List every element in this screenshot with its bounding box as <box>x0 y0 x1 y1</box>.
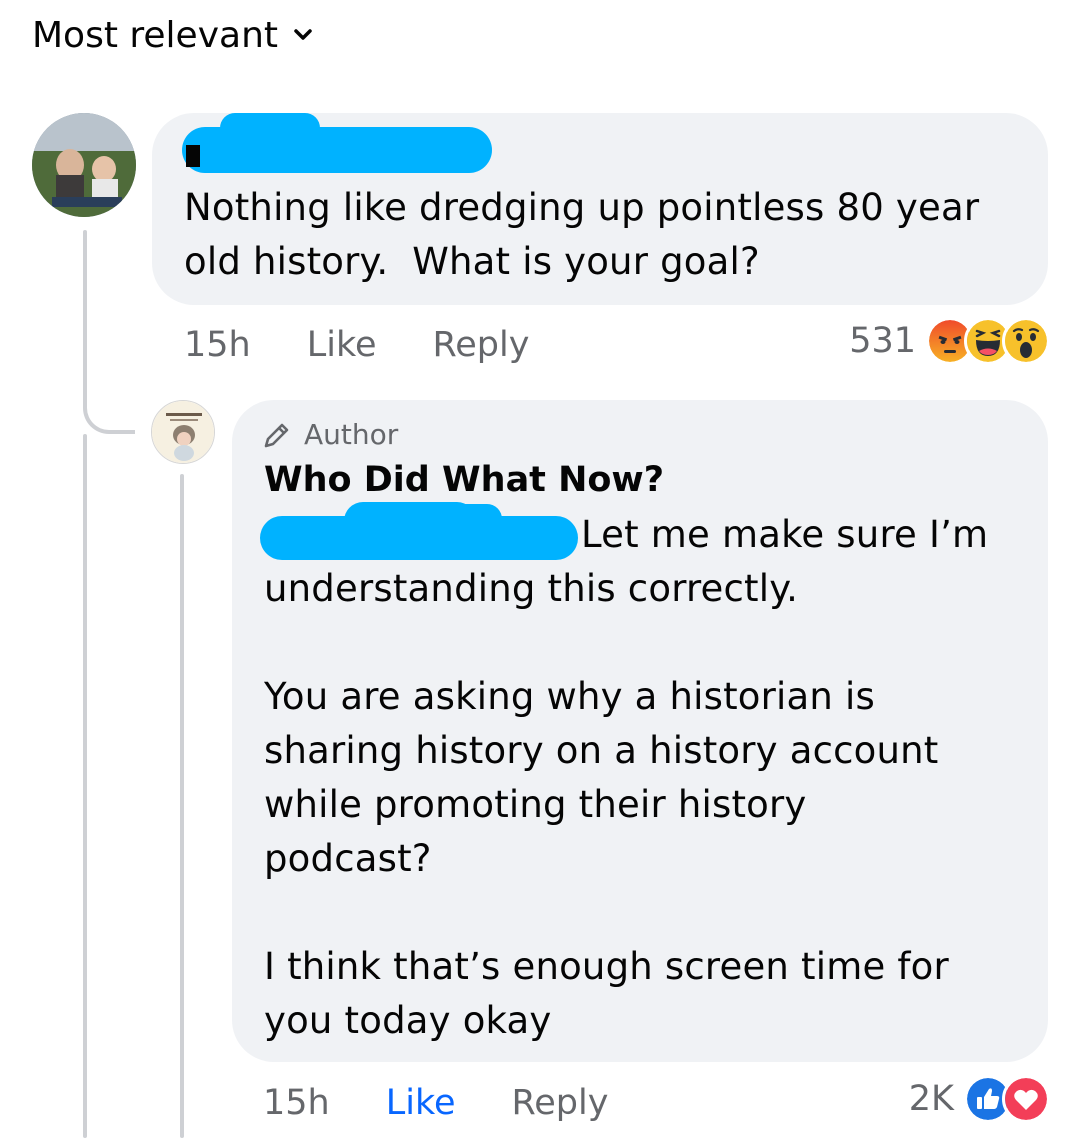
avatar-photo <box>32 113 136 217</box>
reply-reply-button[interactable]: Reply <box>512 1083 609 1123</box>
author-name[interactable]: Who Did What Now? <box>264 460 664 500</box>
comment-reactions[interactable]: 531 <box>849 316 1050 366</box>
like-button[interactable]: Like <box>307 325 377 365</box>
redacted-name <box>220 113 320 143</box>
author-logo <box>152 401 214 463</box>
reply-bubble[interactable]: Author Who Did What Now? Let me make sur… <box>232 400 1048 1062</box>
author-badge-label: Author <box>304 418 399 451</box>
wow-reaction-icon <box>1002 317 1050 365</box>
thread-connector <box>83 280 135 434</box>
redacted-mention <box>432 504 502 534</box>
comment-bubble[interactable]: Nothing like dredging up pointless 80 ye… <box>152 113 1048 305</box>
pencil-icon <box>264 423 289 447</box>
sort-label: Most relevant <box>32 14 279 56</box>
chevron-down-icon <box>294 29 312 40</box>
reaction-count: 531 <box>849 321 916 361</box>
reply-timestamp: 15h <box>263 1083 330 1123</box>
commenter-avatar[interactable] <box>32 113 136 217</box>
thread-line <box>83 230 87 290</box>
love-reaction-icon <box>1002 1075 1050 1123</box>
comment-timestamp: 15h <box>184 325 251 365</box>
reply-actions: 15h Like Reply <box>263 1080 664 1126</box>
thread-line-reply <box>180 474 184 1138</box>
reply-text: understanding this correctly. You are as… <box>264 567 949 1042</box>
comment-text: Nothing like dredging up pointless 80 ye… <box>184 186 980 283</box>
thread-line-main <box>83 434 87 1138</box>
author-badge: Author <box>262 418 398 451</box>
reply-reactions[interactable]: 2K <box>909 1074 1050 1124</box>
reply-like-button[interactable]: Like <box>386 1083 456 1123</box>
redacted-name-edge <box>186 145 200 167</box>
reply-button[interactable]: Reply <box>433 325 530 365</box>
sort-dropdown[interactable]: Most relevant <box>32 10 314 60</box>
author-avatar[interactable] <box>151 400 215 464</box>
reply-reaction-count: 2K <box>908 1079 954 1119</box>
reply-text-first-line: Let me make sure I’m <box>581 513 989 556</box>
comment-actions: 15h Like Reply <box>184 322 585 368</box>
